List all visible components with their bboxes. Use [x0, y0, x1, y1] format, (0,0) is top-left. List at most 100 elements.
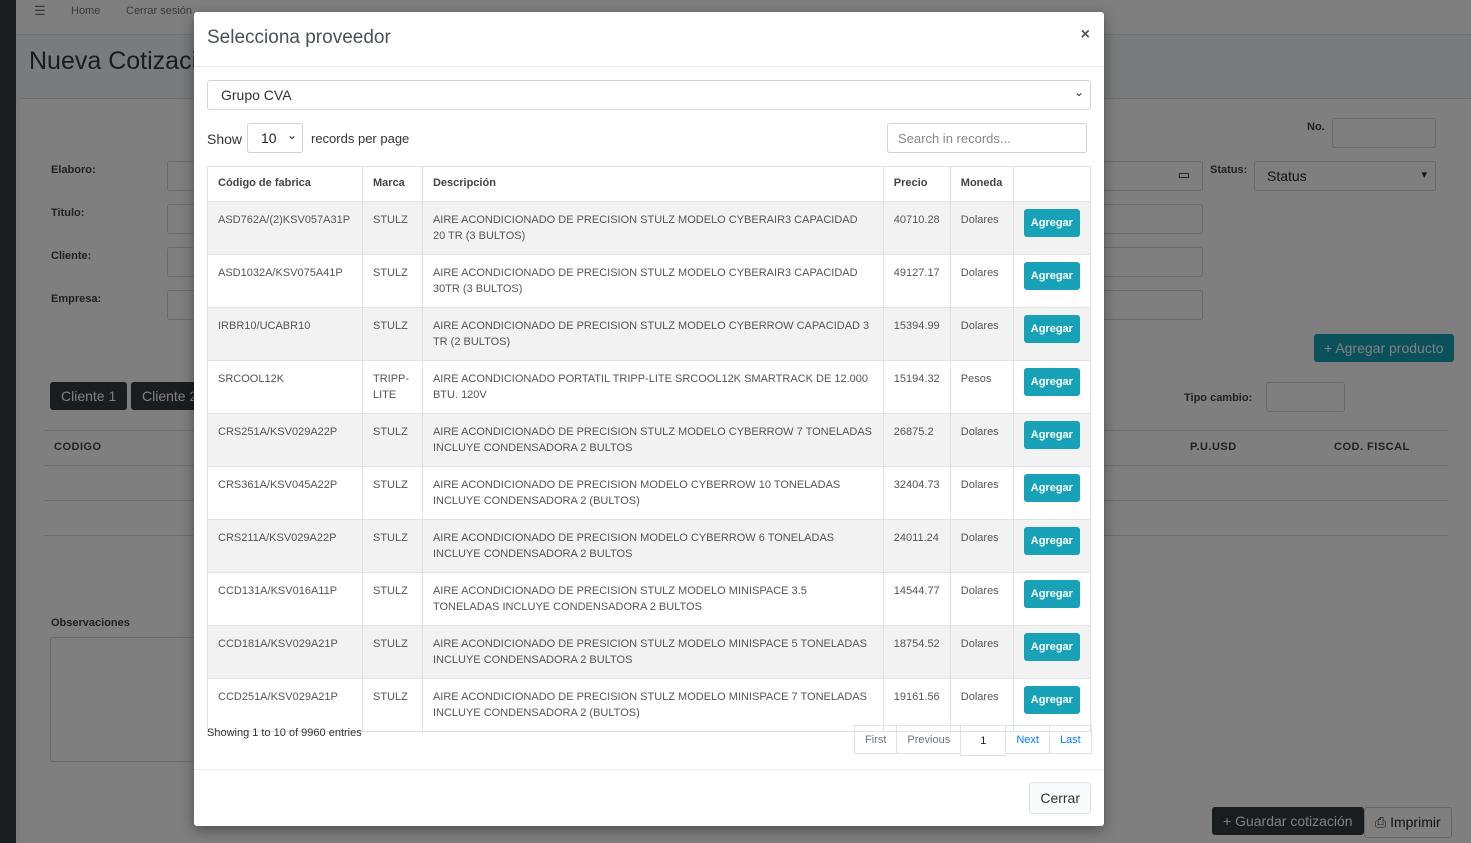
cell-price: 49127.17	[882, 254, 951, 308]
cell-brand: STULZ	[361, 413, 423, 467]
column-header[interactable]: Código de fabrica	[207, 166, 363, 202]
cell-code: CCD131A/KSV016A11P	[207, 572, 363, 626]
cell-action: Agregar	[1012, 413, 1092, 467]
cell-description: AIRE ACONDICIONADO DE PRECISION STULZ MO…	[421, 413, 884, 467]
add-button[interactable]: Agregar	[1023, 686, 1080, 714]
add-button[interactable]: Agregar	[1023, 315, 1080, 343]
add-button[interactable]: Agregar	[1023, 633, 1080, 661]
cell-description: AIRE ACONDICIONADO DE PRESICION STULZ MO…	[421, 625, 884, 679]
close-icon[interactable]: ×	[1081, 26, 1090, 44]
cell-description: AIRE ACONDICIONADO DE PRECISION STULZ MO…	[421, 254, 884, 308]
cell-code: CRS251A/KSV029A22P	[207, 413, 363, 467]
table-row: CRS361A/KSV045A22P STULZ AIRE ACONDICIONAD…	[207, 466, 1092, 520]
add-button[interactable]: Agregar	[1023, 209, 1080, 237]
cell-action: Agregar	[1012, 625, 1092, 679]
table-row: CRS251A/KSV029A22P STULZ AIRE ACONDICIONAD…	[207, 413, 1092, 467]
page-length-select[interactable]: 10 ⌄	[247, 123, 303, 153]
cell-action: Agregar	[1012, 678, 1092, 732]
records-per-page-label: records per page	[311, 131, 410, 146]
table-row: SRCOOL12K TRIPP-LITE AIRE ACONDICIONADO PO…	[207, 360, 1092, 414]
page-length-value: 10	[261, 130, 277, 146]
table-row: CCD181A/KSV029A21P STULZ AIRE ACONDICIONAD…	[207, 625, 1092, 679]
page-last[interactable]: Last	[1048, 725, 1092, 754]
cell-action: Agregar	[1012, 201, 1092, 255]
cell-description: AIRE ACONDICIONADO DE PRECISION MODELO C…	[421, 466, 884, 520]
cell-action: Agregar	[1012, 572, 1092, 626]
column-header[interactable]: Moneda	[949, 166, 1014, 202]
cell-currency: Dolares	[949, 254, 1014, 308]
add-button[interactable]: Agregar	[1023, 421, 1080, 449]
select-provider-modal: Selecciona proveedor × Grupo CVA ⌄ Show 1…	[194, 12, 1104, 826]
add-button[interactable]: Agregar	[1023, 368, 1080, 396]
table-row: CCD251A/KSV029A21P STULZ AIRE ACONDICIONAD…	[207, 678, 1092, 732]
add-button[interactable]: Agregar	[1023, 262, 1080, 290]
cell-description: AIRE ACONDICIONADO PORTATIL TRIPP-LITE S…	[421, 360, 884, 414]
cell-price: 15394.99	[882, 307, 951, 361]
cell-code: IRBR10/UCABR10	[207, 307, 363, 361]
cell-currency: Dolares	[949, 307, 1014, 361]
show-label: Show	[207, 131, 243, 147]
cell-brand: STULZ	[361, 201, 423, 255]
chevron-down-icon: ⌄	[286, 128, 297, 142]
cell-price: 19161.56	[882, 678, 951, 732]
chevron-down-icon: ⌄	[1073, 85, 1084, 99]
cell-currency: Dolares	[949, 413, 1014, 467]
cell-brand: STULZ	[361, 254, 423, 308]
search-input[interactable]: Search in records...	[887, 123, 1087, 153]
cell-brand: STULZ	[361, 572, 423, 626]
cell-currency: Dolares	[949, 572, 1014, 626]
cell-currency: Dolares	[949, 201, 1014, 255]
column-header[interactable]: Marca	[361, 166, 423, 202]
table-row: CCD131A/KSV016A11P STULZ AIRE ACONDICIONAD…	[207, 572, 1092, 626]
cell-code: ASD1032A/KSV075A41P	[207, 254, 363, 308]
cell-code: CCD181A/KSV029A21P	[207, 625, 363, 679]
cell-brand: STULZ	[361, 307, 423, 361]
cell-code: SRCOOL12K	[207, 360, 363, 414]
cell-price: 14544.77	[882, 572, 951, 626]
page-next[interactable]: Next	[1005, 725, 1050, 754]
pagination: First Previous 1 Next Last	[854, 725, 1092, 756]
page-previous[interactable]: Previous	[896, 725, 962, 754]
add-button[interactable]: Agregar	[1023, 474, 1080, 502]
cell-code: CRS211A/KSV029A22P	[207, 519, 363, 573]
cell-description: AIRE ACONDICIONADO DE PRECISION MODELO C…	[421, 519, 884, 573]
cell-code: CRS361A/KSV045A22P	[207, 466, 363, 520]
modal-title: Selecciona proveedor	[194, 12, 1104, 67]
cell-brand: TRIPP-LITE	[361, 360, 423, 414]
add-button[interactable]: Agregar	[1023, 527, 1080, 555]
cell-price: 15194.32	[882, 360, 951, 414]
products-table: Código de fabrica Marca Descripción Precio M…	[207, 166, 1092, 732]
cell-action: Agregar	[1012, 519, 1092, 573]
table-info: Showing 1 to 10 of 9960 entries	[207, 727, 362, 739]
add-button[interactable]: Agregar	[1023, 580, 1080, 608]
cell-action: Agregar	[1012, 360, 1092, 414]
column-header[interactable]: Precio	[882, 166, 951, 202]
cell-price: 40710.28	[882, 201, 951, 255]
cell-action: Agregar	[1012, 307, 1092, 361]
provider-value: Grupo CVA	[221, 87, 292, 103]
cell-description: AIRE ACONDICIONADO DE PRECISION STULZ MO…	[421, 572, 884, 626]
table-row: IRBR10/UCABR10 STULZ AIRE ACONDICIONADO DE…	[207, 307, 1092, 361]
cell-brand: STULZ	[361, 625, 423, 679]
table-row: CRS211A/KSV029A22P STULZ AIRE ACONDICIONAD…	[207, 519, 1092, 573]
close-button[interactable]: Cerrar	[1029, 782, 1091, 814]
table-row: ASD1032A/KSV075A41P STULZ AIRE ACONDICIONA…	[207, 254, 1092, 308]
column-header[interactable]	[1012, 166, 1092, 202]
page-current[interactable]: 1	[960, 725, 1007, 756]
cell-description: AIRE ACONDICIONADO DE PRECISION STULZ MO…	[421, 307, 884, 361]
cell-price: 26875.2	[882, 413, 951, 467]
table-row: ASD762A/(2)KSV057A31P STULZ AIRE ACONDICIO…	[207, 201, 1092, 255]
cell-code: CCD251A/KSV029A21P	[207, 678, 363, 732]
column-header[interactable]: Descripción	[421, 166, 884, 202]
cell-currency: Dolares	[949, 519, 1014, 573]
cell-price: 32404.73	[882, 466, 951, 520]
cell-brand: STULZ	[361, 519, 423, 573]
cell-brand: STULZ	[361, 466, 423, 520]
cell-currency: Pesos	[949, 360, 1014, 414]
cell-price: 24011.24	[882, 519, 951, 573]
cell-action: Agregar	[1012, 466, 1092, 520]
cell-description: AIRE ACONDICIONADO DE PRECISION STULZ MO…	[421, 201, 884, 255]
modal-footer-divider	[194, 769, 1104, 770]
page-first[interactable]: First	[854, 725, 898, 754]
provider-select[interactable]: Grupo CVA ⌄	[207, 80, 1091, 110]
